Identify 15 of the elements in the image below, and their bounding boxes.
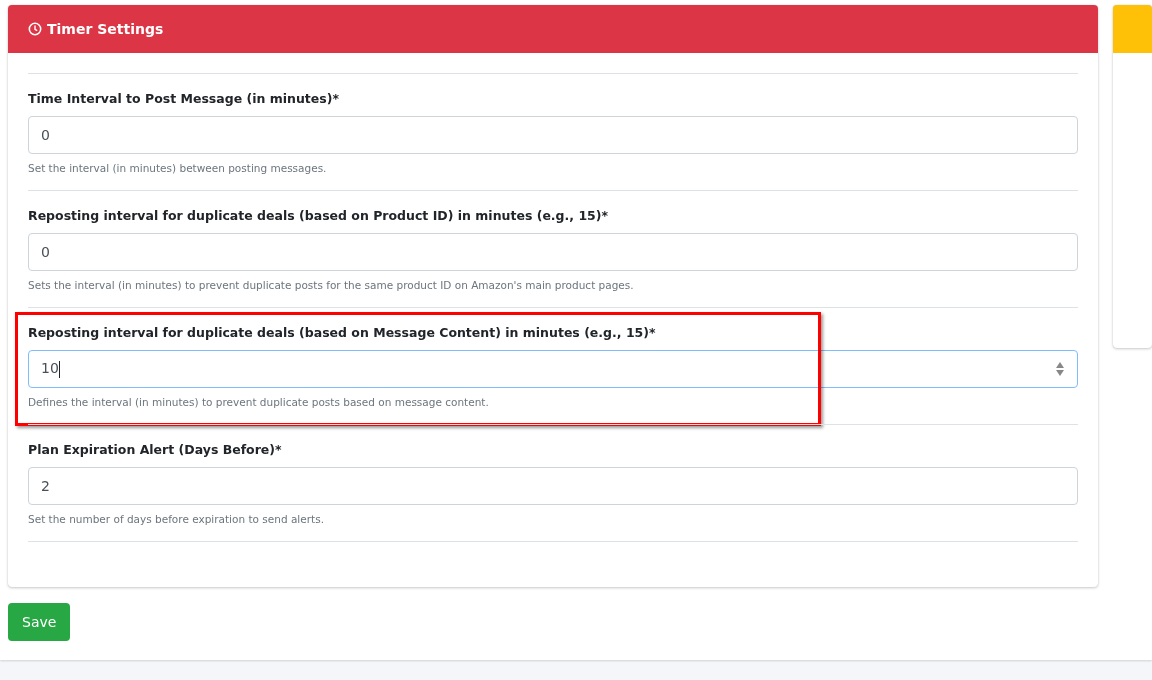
field-label: Time Interval to Post Message (in minutes)* [28, 91, 340, 106]
number-input[interactable]: 0 [28, 233, 1079, 271]
field-label: Reposting interval for duplicate deals (based on Message Content) in minutes (e.g., 15)* [28, 325, 657, 340]
number-input[interactable]: 2 [28, 467, 1079, 505]
card-title: Timer Settings [47, 21, 164, 37]
field-label: Plan Expiration Alert (Days Before)* [28, 442, 283, 457]
number-input[interactable]: 10 [28, 350, 1079, 388]
help-text: Sets the interval (in minutes) to prevent duplicate posts for the same product ID on Amazon's main product pages. [28, 279, 635, 291]
clock-icon [28, 22, 42, 36]
help-text: Set the interval (in minutes) between posting messages. [28, 162, 328, 174]
help-text: Defines the interval (in minutes) to prevent duplicate posts based on message content. [28, 396, 490, 408]
field-label: Reposting interval for duplicate deals (based on Product ID) in minutes (e.g., 15)* [28, 208, 610, 223]
number-input[interactable]: 0 [28, 116, 1079, 154]
spinner-icon[interactable] [1055, 360, 1066, 378]
help-text: Set the number of days before expiration to send alerts. [28, 513, 325, 525]
